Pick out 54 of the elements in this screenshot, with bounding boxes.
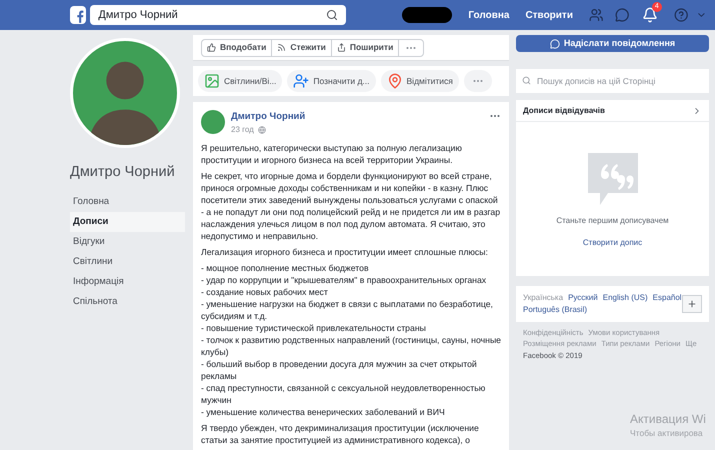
page-action-button[interactable]: Стежити (272, 40, 332, 56)
language-link[interactable]: Español (652, 292, 682, 304)
empty-message: Станьте першим дописувачем (556, 215, 669, 227)
chat-icon[interactable] (615, 7, 630, 23)
friends-icon[interactable] (588, 7, 604, 23)
post-paragraph: Я твердо убежден, что декриминализация проституции (исключение статьи за занятие проституцией из административного кодекса), о (201, 422, 480, 446)
add-language-button[interactable] (682, 295, 702, 313)
page-menu-item[interactable]: Головна (70, 192, 185, 212)
page-menu-item[interactable]: Світлини (70, 252, 185, 272)
search-icon (522, 76, 531, 84)
nav-link[interactable]: Головна (468, 8, 510, 22)
quote-bubble-icon (588, 153, 638, 205)
language-link[interactable]: Português (Brasil) (523, 304, 588, 316)
author-link[interactable]: Дмитро Чорний (231, 110, 489, 124)
post-search-field[interactable]: Пошук дописів на цій Сторінці (516, 69, 709, 93)
activation-notice-text: Чтобы активирова (630, 427, 704, 439)
post-paragraph: Легализация игорного бизнеса и проституции имеет сплошные плюсы: (201, 246, 489, 258)
page-menu-item[interactable]: Спільнота (70, 292, 185, 312)
redaction-mark (402, 7, 452, 23)
card-title: Дописи відвідувачів (523, 104, 606, 116)
share-icon (336, 43, 346, 52)
post-time: 23 год (231, 124, 254, 136)
post-paragraph: - мощное пополнение местных бюджетов - удар по коррупции и "крышевателям" в правоохранительных органах - создание новых рабочих мест - уменьшение нагрузки на бюджет в связи с выплатами по безработице, субсидиям и т.д. - повышение туристической привлекательности страны - толчок к развитию родственных направлений (гостиницы, сауны, ночные клубы) - больший выбор в проведении досуга для мужчин за счет открытой рекламы - спад преступности, связанной с сексуальной неудовлетворенностью мужчин - уменьшение количества венерических заболеваний и ВИЧ (201, 262, 501, 418)
thumbs-up-icon (207, 43, 216, 52)
search-field[interactable]: Дмитро Чорний (90, 5, 346, 25)
page-action-button[interactable]: Поширити (332, 40, 400, 56)
messenger-icon (550, 38, 560, 48)
post-paragraph: Не секрет, что игорные дома и бордели функционируют во всей стране, принося огромные доходы собственникам и ни копейки - в казну. Плюс посетители этих заведений вынуждены пользоваться услугами с опаской - а не попадут ли они под полицейский рейд и не придется ли им в разгар наслаждения улечься лицом в пол под дулом автомата. Я считаю, это недопустимо и неправильно. (201, 170, 501, 242)
post-paragraph: Я решительно, категорически выступаю за полную легализацию проституции и игорного бизнеса на всей территории Украины. (201, 142, 463, 166)
language-link[interactable]: Русский (568, 292, 598, 304)
language-link[interactable]: English (US) (602, 292, 648, 304)
create-post-link[interactable]: Створити допис (582, 237, 642, 249)
page-menu-item[interactable]: Відгуки (70, 232, 185, 252)
search-icon (326, 9, 338, 21)
page-action-button[interactable]: Вподобати (202, 40, 272, 56)
activation-notice-title: Активация Wi (630, 412, 706, 427)
help-icon[interactable] (674, 7, 688, 23)
avatar-placeholder (201, 110, 225, 134)
map-pin-icon (386, 73, 403, 89)
photo-icon (204, 73, 220, 89)
composer-button[interactable]: Відмітитися (380, 70, 459, 92)
send-message-button[interactable]: Надіслати повідомлення (516, 35, 709, 52)
logo-icon (70, 6, 86, 24)
page-name: Дмитро Чорний (70, 163, 176, 182)
plus-icon (687, 299, 697, 309)
person-icon (293, 73, 310, 89)
globe-icon (258, 126, 266, 134)
feed-icon (277, 43, 286, 52)
bell-icon[interactable] (642, 7, 658, 23)
page-menu-item[interactable]: Інформація (70, 272, 185, 292)
nav-link[interactable]: Створити (525, 8, 573, 22)
page-menu-item[interactable]: Дописи (70, 212, 185, 232)
composer-button[interactable]: Позначити д... (287, 70, 376, 92)
composer-button[interactable]: Світлини/Ві... (198, 70, 282, 92)
